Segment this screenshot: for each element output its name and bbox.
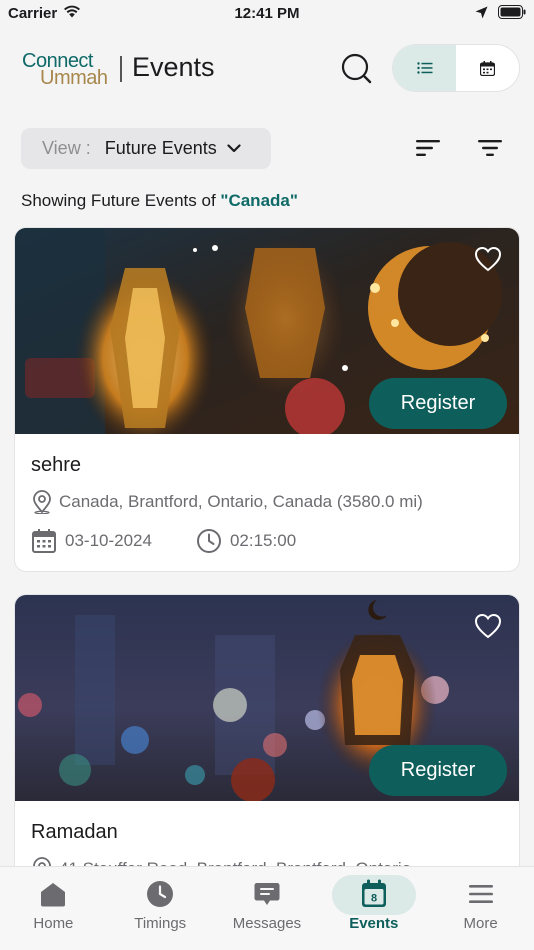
menu-icon xyxy=(466,879,496,909)
list-view-button[interactable] xyxy=(393,45,456,91)
search-button[interactable] xyxy=(338,50,376,88)
status-bar: Carrier 12:41 PM xyxy=(0,0,534,28)
favorite-button[interactable] xyxy=(473,244,503,274)
event-card[interactable]: Register sehre Canada, Brantford, Ontari… xyxy=(14,227,520,572)
register-button[interactable]: Register xyxy=(369,378,507,429)
view-filter-label: View : xyxy=(42,138,91,158)
location-pin-icon xyxy=(33,490,51,514)
bottom-tab-bar: Home Timings Messages 8 Events More xyxy=(0,866,534,950)
view-filter-value: Future Events xyxy=(104,138,217,158)
tab-messages[interactable]: Messages xyxy=(214,867,321,950)
location-arrow-icon xyxy=(475,6,488,24)
calendar-icon xyxy=(480,60,495,76)
connect-ummah-logo: Connect Ummah xyxy=(22,50,108,89)
tab-events-label: Events xyxy=(349,915,399,932)
event-location-text: Canada, Brantford, Ontario, Canada (3580… xyxy=(59,492,423,511)
tab-home-label: Home xyxy=(33,915,74,932)
clock-time: 12:41 PM xyxy=(234,5,300,22)
heart-icon xyxy=(474,613,502,639)
event-date: 03-10-2024 xyxy=(65,531,152,550)
sort-icon xyxy=(416,140,440,156)
tab-more[interactable]: More xyxy=(427,867,534,950)
header-divider xyxy=(120,56,122,82)
tab-messages-label: Messages xyxy=(232,915,302,932)
calendar-icon xyxy=(32,529,56,553)
filter-button[interactable] xyxy=(474,134,506,162)
event-card[interactable]: Register Ramadan 41 Stauffer Road, Brant… xyxy=(14,594,520,894)
event-title: Ramadan xyxy=(31,821,118,843)
view-filter-dropdown[interactable]: View : Future Events xyxy=(21,128,271,169)
view-mode-toggle xyxy=(392,44,520,92)
clock-icon xyxy=(196,529,221,553)
calendar-badge: 8 xyxy=(371,893,377,905)
filter-icon xyxy=(478,140,502,156)
event-meta: 03-10-2024 02:15:00 xyxy=(31,528,296,554)
app-header: Connect Ummah Events xyxy=(0,40,534,96)
event-location: Canada, Brantford, Ontario, Canada (3580… xyxy=(31,490,423,514)
tab-more-label: More xyxy=(463,915,498,932)
message-icon xyxy=(252,879,282,909)
home-icon xyxy=(38,879,68,909)
tab-timings-label: Timings xyxy=(134,915,187,932)
calendar-view-button[interactable] xyxy=(456,45,519,91)
search-icon xyxy=(341,53,372,84)
heart-icon xyxy=(474,246,502,272)
event-time: 02:15:00 xyxy=(229,531,297,550)
sort-button[interactable] xyxy=(412,134,444,162)
favorite-button[interactable] xyxy=(473,611,503,641)
list-icon xyxy=(416,62,432,74)
tab-home[interactable]: Home xyxy=(0,867,107,950)
battery-icon xyxy=(498,5,526,24)
showing-events-caption: Showing Future Events of "Canada" xyxy=(21,191,298,210)
chevron-down-icon xyxy=(227,144,241,153)
tab-timings[interactable]: Timings xyxy=(107,867,214,950)
calendar-icon: 8 xyxy=(359,879,389,909)
tab-events[interactable]: 8 Events xyxy=(320,867,427,950)
register-button[interactable]: Register xyxy=(369,745,507,796)
event-title: sehre xyxy=(31,454,82,476)
showing-region: "Canada" xyxy=(220,191,298,210)
clock-icon xyxy=(145,879,175,909)
page-title: Events xyxy=(132,52,215,82)
